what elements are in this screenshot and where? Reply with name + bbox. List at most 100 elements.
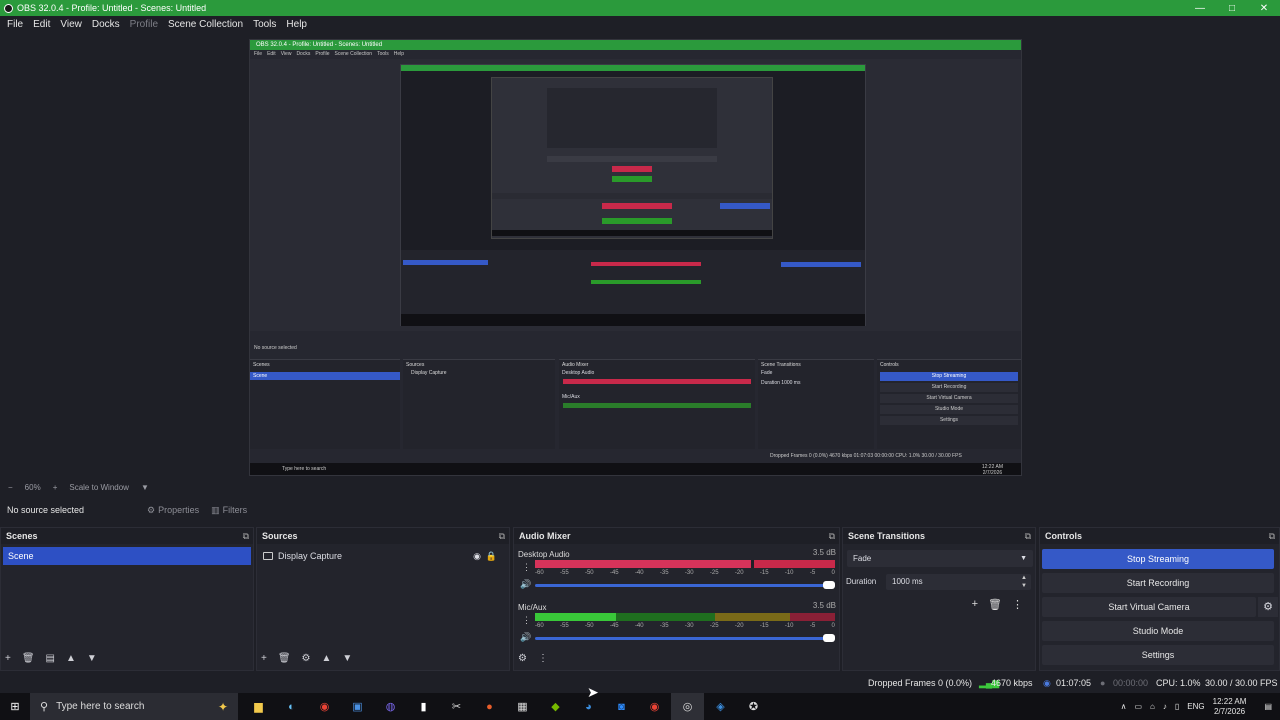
move-down-icon[interactable]: ▼ [87,653,97,664]
filters-button[interactable]: ▥ Filters [211,505,247,516]
volume-meter [535,613,835,621]
virtual-camera-settings-icon[interactable]: ⚙ [1258,597,1278,617]
store-icon[interactable]: ▣ [341,693,374,720]
obs-icon[interactable]: ◎ [671,693,704,720]
preview-canvas[interactable]: OBS 32.0.4 - Profile: Untitled - Scenes:… [0,33,1280,479]
file-explorer-icon[interactable]: ▆ [242,693,275,720]
chrome-icon[interactable]: ◉ [308,693,341,720]
undock-icon[interactable]: ⧉ [243,531,249,542]
remove-transition-icon[interactable]: 🗑 [988,598,1002,611]
add-scene-icon[interactable]: + [5,653,11,664]
menu-view[interactable]: View [57,19,85,30]
remove-scene-icon[interactable]: 🗑 [22,653,35,664]
move-up-icon[interactable]: ▲ [322,653,332,664]
nested-display-capture: OBS 32.0.4 - Profile: Untitled - Scenes:… [249,39,1022,476]
menu-bar: File Edit View Docks Profile Scene Colle… [0,16,1280,33]
source-list-item[interactable]: Display Capture ◉ 🔒 [263,548,503,564]
move-down-icon[interactable]: ▼ [342,653,352,664]
taskbar-clock[interactable]: 12:22 AM 2/7/2026 [1213,697,1247,717]
vscode-icon[interactable]: ◈ [704,693,737,720]
minimize-button[interactable]: — [1184,0,1216,16]
undock-icon[interactable]: ⧉ [1269,531,1275,542]
zoom-level[interactable]: 60% [25,483,41,492]
channel-menu-icon[interactable]: ⋮ [522,615,531,626]
steam-icon[interactable]: ◐ [275,693,308,720]
lock-icon[interactable]: 🔒 [486,551,497,562]
notifications-icon[interactable]: ▤ [1264,702,1272,711]
scale-dropdown-icon[interactable]: ▼ [141,483,149,492]
battery-icon[interactable]: ▯ [1175,702,1179,711]
undock-icon[interactable]: ⧉ [499,531,505,542]
volume-icon[interactable]: ♪ [1163,702,1167,711]
bitrate: 4670 kbps [991,678,1033,688]
start-virtual-camera-button[interactable]: Start Virtual Camera [1042,597,1256,617]
chevron-down-icon: ▼ [1020,555,1027,562]
transition-menu-icon[interactable]: ⋮ [1012,598,1023,611]
close-button[interactable]: ✕ [1248,0,1280,16]
taskbar-apps: ▆ ◐ ◉ ▣ ◍ ▮ ✂ ● ▦ ◆ ◕ ◙ ◉ ◎ ◈ ✪ [242,693,770,720]
menu-tools[interactable]: Tools [250,19,279,30]
nested-docks: No source selected Scenes Scene Sources … [250,345,1021,475]
channel-menu-icon[interactable]: ⋮ [522,562,531,573]
studio-mode-button[interactable]: Studio Mode [1042,621,1274,641]
gear-icon: ⚙ [147,504,156,515]
menu-docks[interactable]: Docks [89,19,123,30]
network-icon[interactable]: ⌂ [1150,702,1155,711]
scene-transitions-dock: Scene Transitions ⧉ Fade ▼ Duration 1000 … [842,527,1036,671]
origin-icon[interactable]: ● [473,693,506,720]
zoom-minus-button[interactable]: − [8,483,13,492]
add-transition-icon[interactable]: + [972,598,978,611]
sources-dock: Sources ⧉ Display Capture ◉ 🔒 + 🗑 ⚙ ▲ ▼ [256,527,510,671]
advanced-audio-icon[interactable]: ⚙ [518,653,527,664]
undock-icon[interactable]: ⧉ [829,531,835,542]
undock-icon[interactable]: ⧉ [1025,531,1031,542]
nested-preview-inner [400,64,866,326]
mixer-menu-icon[interactable]: ⋮ [538,653,548,664]
taskbar-search[interactable]: ⚲ Type here to search ✦ [30,693,238,720]
volume-slider-handle[interactable] [823,581,835,589]
add-source-icon[interactable]: + [261,653,267,664]
language-indicator[interactable]: ENG [1187,702,1204,711]
notepad-icon[interactable]: ▮ [407,693,440,720]
zoom-icon[interactable]: ◙ [605,693,638,720]
scene-list-item[interactable]: Scene [3,547,251,565]
volume-slider[interactable] [535,634,835,642]
nvidia-icon[interactable]: ◆ [539,693,572,720]
tray-app-icon[interactable]: ▭ [1134,702,1142,711]
transition-select[interactable]: Fade ▼ [847,550,1033,567]
discord-icon[interactable]: ◍ [374,693,407,720]
menu-edit[interactable]: Edit [30,19,53,30]
mouse-cursor-icon: ➤ [587,684,599,700]
speaker-icon[interactable]: 🔊 [520,632,531,643]
menu-profile[interactable]: Profile [127,19,161,30]
settings-button[interactable]: Settings [1042,645,1274,665]
visibility-eye-icon[interactable]: ◉ [473,551,481,562]
menu-help[interactable]: Help [283,19,310,30]
chrome-profile-icon[interactable]: ◉ [638,693,671,720]
scale-select[interactable]: Scale to Window [69,483,129,492]
nested-menu: File Edit View Docks Profile Scene Collection… [254,51,405,57]
remove-source-icon[interactable]: 🗑 [278,653,291,664]
scene-filters-icon[interactable]: ▤ [46,653,55,664]
menu-file[interactable]: File [4,19,26,30]
source-name: Display Capture [278,551,343,561]
duration-input[interactable]: 1000 ms ▲ ▼ [886,574,1031,590]
rockstar-icon[interactable]: ▦ [506,693,539,720]
spinner-icon[interactable]: ▲ ▼ [1021,574,1027,590]
zoom-plus-button[interactable]: + [53,483,58,492]
menu-scene-collection[interactable]: Scene Collection [165,19,246,30]
scenes-toolbar: + 🗑 ▤ ▲ ▼ [5,653,108,664]
source-properties-icon[interactable]: ⚙ [302,653,311,664]
speaker-icon[interactable]: 🔊 [520,579,531,590]
properties-button[interactable]: ⚙ Properties [147,505,199,516]
capcut-icon[interactable]: ✂ [440,693,473,720]
stop-streaming-button[interactable]: Stop Streaming [1042,549,1274,569]
start-recording-button[interactable]: Start Recording [1042,573,1274,593]
volume-slider[interactable] [535,581,835,589]
volume-slider-handle[interactable] [823,634,835,642]
maximize-button[interactable]: □ [1216,0,1248,16]
move-up-icon[interactable]: ▲ [66,653,76,664]
windows-start-icon[interactable]: ⊞ [0,700,30,713]
tray-chevron-icon[interactable]: ∧ [1121,702,1127,711]
game-icon[interactable]: ✪ [737,693,770,720]
